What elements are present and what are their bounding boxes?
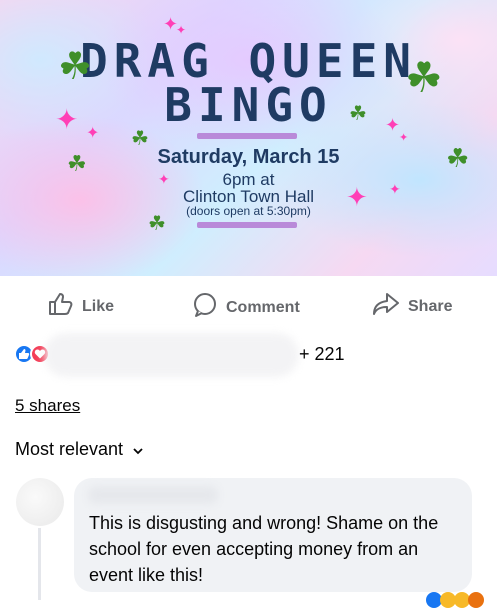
- commenter-avatar[interactable]: [16, 478, 64, 526]
- comment-text: This is disgusting and wrong! Shame on t…: [89, 513, 439, 585]
- banner-divider-top: [197, 133, 297, 139]
- sparkle-icon: ✦: [346, 182, 368, 212]
- comment-sort-dropdown[interactable]: Most relevant: [15, 439, 143, 460]
- clover-icon: ☘: [405, 54, 443, 101]
- sparkle-icon: ✦: [55, 104, 79, 135]
- clover-icon: ☘: [67, 151, 87, 176]
- thumbs-up-icon: [48, 292, 74, 321]
- like-label: Like: [82, 297, 115, 315]
- banner-divider-bottom: [197, 222, 297, 228]
- comment-button[interactable]: Comment: [192, 292, 300, 323]
- sort-label: Most relevant: [15, 439, 124, 459]
- sparkle-icon: ✦: [86, 125, 100, 142]
- reply-thread-line: [38, 528, 41, 600]
- sparkle-icon: ✦: [385, 115, 401, 135]
- share-label: Share: [408, 297, 453, 315]
- chevron-down-icon: [133, 439, 143, 460]
- comment-bubble-icon: [192, 292, 218, 323]
- sparkle-icon: ✦: [389, 181, 401, 197]
- angry-icon: [468, 592, 484, 608]
- reaction-count[interactable]: + 221: [299, 344, 345, 365]
- sparkle-icon: ✦: [176, 23, 187, 37]
- event-banner-image[interactable]: DRAG QUEEN BINGO Saturday, March 15 6pm …: [0, 0, 497, 276]
- commenter-name-redacted[interactable]: [88, 486, 218, 504]
- clover-icon: ☘: [148, 213, 166, 235]
- clover-icon: ☘: [131, 128, 149, 150]
- comment-label: Comment: [226, 298, 300, 316]
- share-arrow-icon: [372, 292, 400, 321]
- shares-link[interactable]: 5 shares: [15, 396, 80, 416]
- share-button[interactable]: Share: [372, 292, 452, 321]
- sparkle-icon: ✦: [399, 132, 409, 144]
- clover-icon: ☘: [58, 46, 93, 88]
- like-button[interactable]: Like: [48, 292, 114, 321]
- reactor-names-redacted: [44, 333, 299, 377]
- clover-icon: ☘: [446, 143, 470, 173]
- clover-icon: ☘: [349, 103, 367, 125]
- sparkle-icon: ✦: [158, 171, 170, 187]
- banner-doors: (doors open at 5:30pm): [186, 204, 311, 218]
- post-action-bar: Like Comment Share: [0, 276, 497, 328]
